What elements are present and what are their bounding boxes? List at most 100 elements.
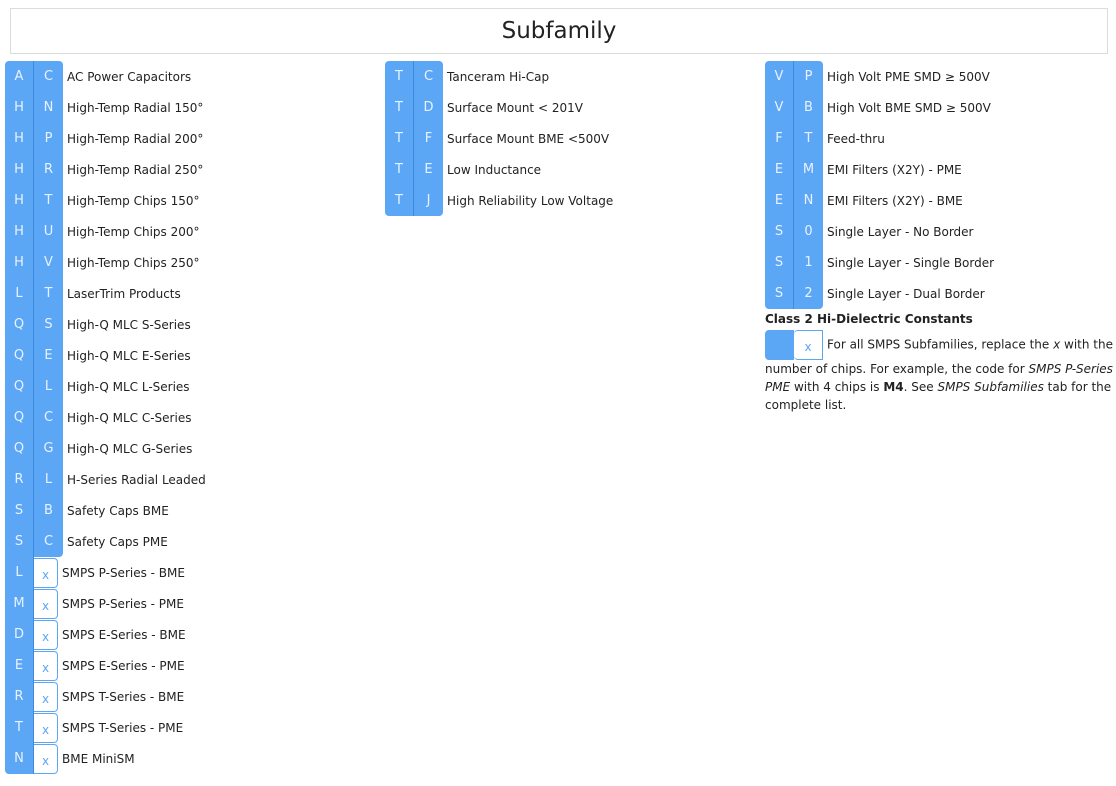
code-second-letter: V (34, 247, 63, 278)
subfamily-label: Single Layer - Single Border (827, 255, 995, 270)
subfamily-label: High Volt PME SMD ≥ 500V (827, 69, 990, 84)
subfamily-row: L T LaserTrim Products (5, 278, 206, 309)
subfamily-row: H V High-Temp Chips 250° (5, 247, 206, 278)
code-first-letter: S (5, 526, 34, 557)
subfamily-row: Mx SMPS P-Series - PME (5, 588, 206, 619)
subfamily-row: Dx SMPS E-Series - BME (5, 619, 206, 650)
code-placeholder-x: x (794, 330, 823, 360)
code-first-letter: F (765, 123, 794, 154)
subfamily-row: E N EMI Filters (X2Y) - BME (765, 185, 1116, 216)
code-placeholder-x: x (34, 681, 58, 712)
code-second-letter: U (34, 216, 63, 247)
code-first-letter: V (765, 92, 794, 123)
code-first-letter: R (5, 681, 34, 712)
code-second-letter: M (794, 154, 823, 185)
legend-sample-code: x (765, 330, 823, 360)
code-second-letter: P (794, 61, 823, 92)
code-second-letter: S (34, 309, 63, 340)
code-first-letter: D (5, 619, 34, 650)
subfamily-row: Tx SMPS T-Series - PME (5, 712, 206, 743)
code-second-letter: L (34, 464, 63, 495)
subfamily-label: High-Temp Chips 200° (67, 224, 200, 239)
code-first-letter: T (385, 154, 414, 185)
subfamily-row: T F Surface Mount BME <500V (385, 123, 613, 154)
subfamily-row: V P High Volt PME SMD ≥ 500V (765, 61, 1116, 92)
code-first-letter: V (765, 61, 794, 92)
code-second-letter: 2 (794, 278, 823, 309)
subfamily-row: S 0 Single Layer - No Border (765, 216, 1116, 247)
code-placeholder-x: x (34, 743, 58, 774)
legend-note-fragment: SMPS Subfamilies (937, 380, 1044, 394)
legend-note-fragment: with 4 chips is (790, 380, 884, 394)
legend-heading: Class 2 Hi-Dielectric Constants (765, 312, 973, 326)
subfamily-label: AC Power Capacitors (67, 69, 192, 84)
subfamily-label: SMPS E-Series - PME (62, 658, 185, 673)
subfamily-column-3: V P High Volt PME SMD ≥ 500V V B High Volt BM… (765, 61, 1116, 414)
subfamily-label: Surface Mount < 201V (447, 100, 583, 115)
code-second-letter: B (794, 92, 823, 123)
subfamily-label: High-Temp Radial 150° (67, 100, 204, 115)
code-first-letter: T (385, 61, 414, 92)
code-second-letter: P (34, 123, 63, 154)
code-letter-blank (765, 330, 794, 360)
subfamily-label: SMPS T-Series - PME (62, 720, 184, 735)
subfamily-row: H N High-Temp Radial 150° (5, 92, 206, 123)
subfamily-row: F T Feed-thru (765, 123, 1116, 154)
subfamily-row: V B High Volt BME SMD ≥ 500V (765, 92, 1116, 123)
subfamily-label: High-Temp Chips 150° (67, 193, 200, 208)
code-second-letter: N (34, 92, 63, 123)
code-second-letter: J (414, 185, 443, 216)
code-first-letter: T (385, 185, 414, 216)
subfamily-row: R L H-Series Radial Leaded (5, 464, 206, 495)
code-first-letter: R (5, 464, 34, 495)
subfamily-row: Q L High-Q MLC L-Series (5, 371, 206, 402)
code-second-letter: C (414, 61, 443, 92)
code-second-letter: T (34, 278, 63, 309)
subfamily-label: SMPS T-Series - BME (62, 689, 185, 704)
subfamily-label: High-Temp Chips 250° (67, 255, 200, 270)
subfamily-row: Ex SMPS E-Series - PME (5, 650, 206, 681)
code-first-letter: E (765, 154, 794, 185)
subfamily-row: A C AC Power Capacitors (5, 61, 206, 92)
code-first-letter: H (5, 185, 34, 216)
subfamily-row: Q C High-Q MLC C-Series (5, 402, 206, 433)
code-placeholder-x: x (34, 557, 58, 588)
code-placeholder-x: x (34, 650, 58, 681)
code-first-letter: L (5, 278, 34, 309)
code-first-letter: S (765, 247, 794, 278)
code-first-letter: H (5, 154, 34, 185)
subfamily-label: Surface Mount BME <500V (447, 131, 610, 146)
subfamily-label: High-Q MLC C-Series (67, 410, 192, 425)
code-first-letter: Q (5, 371, 34, 402)
subfamily-label: High-Temp Radial 200° (67, 131, 204, 146)
code-second-letter: E (414, 154, 443, 185)
subfamily-label: High-Q MLC E-Series (67, 348, 191, 363)
subfamily-label: High-Q MLC S-Series (67, 317, 191, 332)
subfamily-label: Feed-thru (827, 131, 885, 146)
code-second-letter: 1 (794, 247, 823, 278)
code-first-letter: T (5, 712, 34, 743)
code-first-letter: Q (5, 309, 34, 340)
code-second-letter: D (414, 92, 443, 123)
subfamily-label: Single Layer - Dual Border (827, 286, 985, 301)
subfamily-row: T J High Reliability Low Voltage (385, 185, 613, 216)
code-second-letter: F (414, 123, 443, 154)
code-first-letter: T (385, 92, 414, 123)
subfamily-label: Single Layer - No Border (827, 224, 974, 239)
subfamily-row: S C Safety Caps PME (5, 526, 206, 557)
subfamily-label: EMI Filters (X2Y) - PME (827, 162, 962, 177)
legend-note-fragment: For all SMPS Subfamilies, replace the (827, 337, 1054, 352)
subfamily-label: Tanceram Hi-Cap (447, 69, 550, 84)
subfamily-row: H R High-Temp Radial 250° (5, 154, 206, 185)
subfamily-label: BME MiniSM (62, 751, 135, 766)
code-first-letter: H (5, 247, 34, 278)
code-first-letter: A (5, 61, 34, 92)
code-first-letter: Q (5, 340, 34, 371)
code-second-letter: G (34, 433, 63, 464)
code-placeholder-x: x (34, 588, 58, 619)
code-second-letter: N (794, 185, 823, 216)
code-second-letter: B (34, 495, 63, 526)
subfamily-label: LaserTrim Products (67, 286, 181, 301)
code-first-letter: E (5, 650, 34, 681)
subfamily-label: High Volt BME SMD ≥ 500V (827, 100, 991, 115)
